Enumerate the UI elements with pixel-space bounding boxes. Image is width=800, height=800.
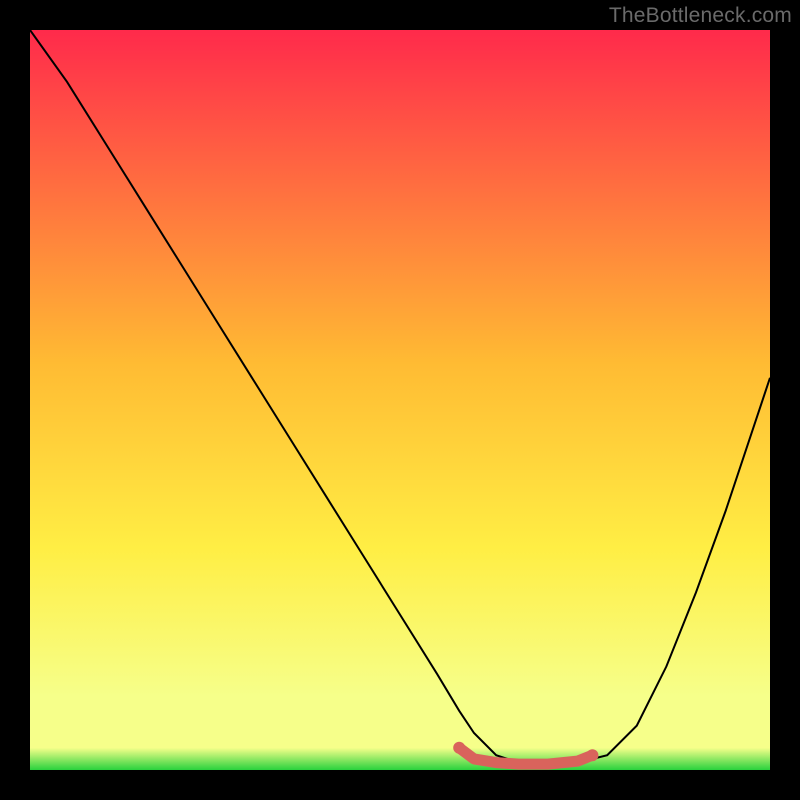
gradient-background [30, 30, 770, 770]
chart-frame: TheBottleneck.com [0, 0, 800, 800]
chart-svg [30, 30, 770, 770]
watermark-text: TheBottleneck.com [609, 4, 792, 28]
optimal-band-end-dot [586, 749, 598, 761]
optimal-band-start-dot [453, 742, 465, 754]
plot-area [30, 30, 770, 770]
